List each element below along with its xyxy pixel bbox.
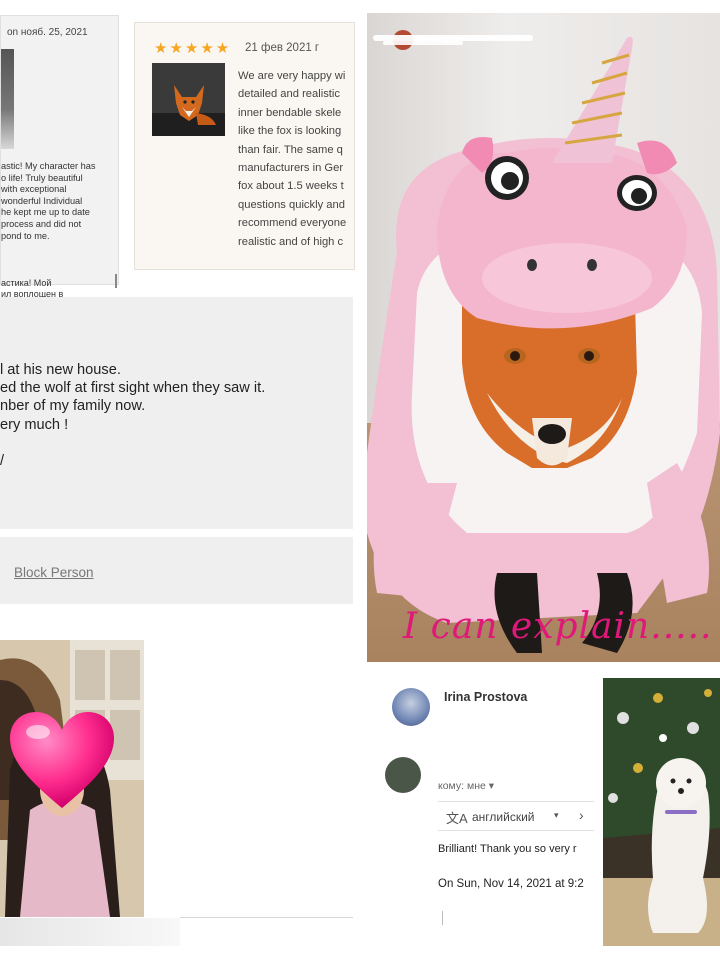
sender-name[interactable]: Irina Prostova (444, 690, 527, 704)
fox-thumbnail-image (152, 63, 225, 136)
language-select[interactable]: английский (472, 810, 534, 824)
review-line: recommend everyone (238, 217, 347, 230)
dog-christmas-photo (603, 678, 720, 946)
avatar[interactable] (392, 688, 430, 726)
chevron-right-icon[interactable]: › (579, 807, 584, 823)
review-text: We are very happy wi detailed and realis… (238, 67, 354, 251)
review-line: realistic and of high c (238, 235, 344, 248)
email-message-panel: l at his new house. ed the wolf at first… (0, 297, 353, 604)
review-line: астика! Мой (1, 278, 52, 288)
email-line: l at his new house. (0, 362, 121, 378)
review-line: with exceptional (1, 184, 67, 195)
block-person-link[interactable]: Block Person (14, 565, 94, 580)
review-photo-thumbnail[interactable] (152, 63, 225, 136)
email-line: / (0, 453, 5, 470)
review-line: than fair. The same q (238, 143, 343, 156)
divider (180, 917, 353, 918)
review-line: pond to me. (1, 230, 50, 241)
fox-unicorn-photo: I can explain..... (367, 13, 720, 662)
review-line: wonderful Individual (1, 195, 83, 206)
review-line: questions quickly and (238, 198, 345, 211)
review-line: manufacturers in Ger (238, 162, 344, 175)
text-cursor (442, 911, 443, 925)
gmail-thread: Irina Prostova кому: мне ▾ 文A английский… (380, 670, 594, 925)
email-line: nber of my family now. (0, 398, 146, 415)
review-line: astic! My character has (1, 161, 96, 171)
photo-caption: I can explain..... (403, 606, 713, 647)
review-photo-thumbnail[interactable] (1, 49, 14, 149)
fox-illustration (367, 36, 720, 653)
review-date: on нояб. 25, 2021 (7, 27, 88, 38)
translate-bar: 文A английский ▾ › (438, 801, 594, 831)
review-text: astic! My character has o life! Truly be… (1, 161, 113, 242)
review-card-left: on нояб. 25, 2021 astic! My character ha… (0, 15, 119, 299)
avatar[interactable] (385, 757, 421, 793)
recipient-dropdown[interactable]: кому: мне ▾ (438, 780, 494, 792)
review-line: like the fox is looking (238, 125, 342, 138)
scrollbar[interactable] (115, 274, 117, 288)
review-line: inner bendable skele (238, 106, 342, 119)
star-rating: ★★★★★ (154, 40, 232, 57)
email-line: ed the wolf at first sight when they saw… (0, 380, 266, 397)
review-card-right: ★★★★★ 21 фев 2021 г We are very happy wi… (134, 22, 355, 270)
photo-illustration (603, 678, 720, 946)
review-line: detailed and realistic (238, 88, 340, 101)
divider (0, 529, 353, 537)
girl-with-dog-photo (0, 640, 144, 917)
review-line: fox about 1.5 weeks t (238, 180, 344, 193)
review-line: he kept me up to date (1, 207, 90, 218)
email-line (0, 434, 353, 452)
blurred-username (373, 29, 533, 51)
review-line: We are very happy wi (238, 70, 346, 82)
review-line: o life! Truly beautiful (1, 172, 83, 183)
heart-icon (10, 712, 114, 808)
review-date: 21 фев 2021 г (245, 42, 320, 54)
review-line: process and did not (1, 218, 82, 229)
divider (0, 918, 180, 946)
translate-icon: 文A (446, 811, 468, 826)
chevron-down-icon[interactable]: ▾ (554, 810, 559, 821)
email-line: ery much ! (0, 416, 69, 433)
message-text: Brilliant! Thank you so very r (438, 843, 577, 855)
quoted-date: On Sun, Nov 14, 2021 at 9:2 (438, 878, 584, 890)
email-body: l at his new house. ed the wolf at first… (0, 361, 353, 470)
